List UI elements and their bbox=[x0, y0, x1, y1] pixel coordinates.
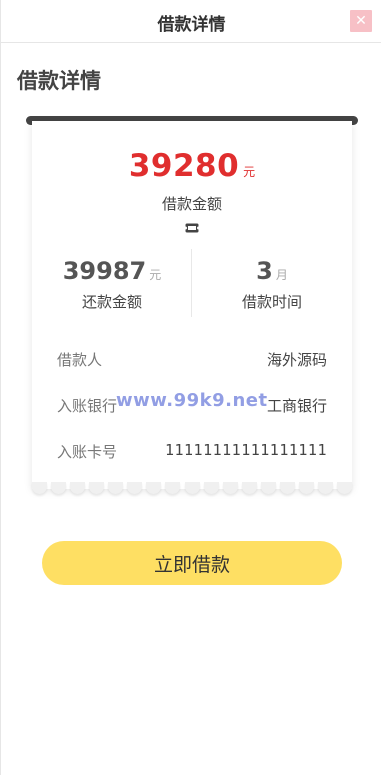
receipt-card: 39280 元 借款金额 39987 元 还款金额 3月 借款时间 借款人 海外源码 bbox=[32, 121, 352, 489]
app-frame: 借款详情 ✕ 借款详情 39280 元 借款金额 39987 元 还款金额 3月 借… bbox=[0, 0, 381, 775]
term-value: 3 bbox=[256, 257, 273, 285]
loan-amount-label: 借款金额 bbox=[161, 195, 222, 213]
receipt-edge bbox=[32, 482, 352, 496]
card-number-label: 入账卡号 bbox=[57, 443, 118, 461]
repay-amount-label: 还款金额 bbox=[81, 293, 142, 311]
loan-amount-value: 39280 bbox=[128, 148, 240, 184]
term-column: 3月 借款时间 bbox=[192, 257, 352, 312]
ticket-icon bbox=[185, 223, 199, 233]
summary-split: 39987 元 还款金额 3月 借款时间 bbox=[32, 249, 352, 319]
borrower-label: 借款人 bbox=[57, 351, 103, 369]
bank-label: 入账银行 bbox=[57, 397, 118, 415]
watermark: www.99k9.net bbox=[116, 390, 268, 411]
repay-amount-value: 39987 bbox=[62, 257, 147, 285]
term-unit: 月 bbox=[275, 268, 288, 282]
top-bar: 借款详情 ✕ bbox=[1, 0, 381, 43]
card-number-row: 入账卡号 11111111111111111 bbox=[57, 441, 327, 463]
page-title: 借款详情 bbox=[17, 69, 101, 93]
repay-column: 39987 元 还款金额 bbox=[32, 257, 192, 312]
bank-value: 工商银行 bbox=[266, 397, 327, 415]
window-title: 借款详情 bbox=[157, 15, 226, 35]
repay-amount-unit: 元 bbox=[149, 268, 162, 282]
loan-amount-unit: 元 bbox=[243, 165, 256, 179]
card-number-value: 11111111111111111 bbox=[164, 441, 327, 459]
loan-amount: 39280 元 bbox=[32, 148, 352, 184]
borrower-row: 借款人 海外源码 bbox=[57, 349, 327, 371]
term-label: 借款时间 bbox=[241, 293, 302, 311]
borrow-now-button[interactable]: 立即借款 bbox=[42, 541, 342, 585]
borrower-value: 海外源码 bbox=[266, 351, 327, 369]
close-icon[interactable]: ✕ bbox=[350, 10, 372, 32]
